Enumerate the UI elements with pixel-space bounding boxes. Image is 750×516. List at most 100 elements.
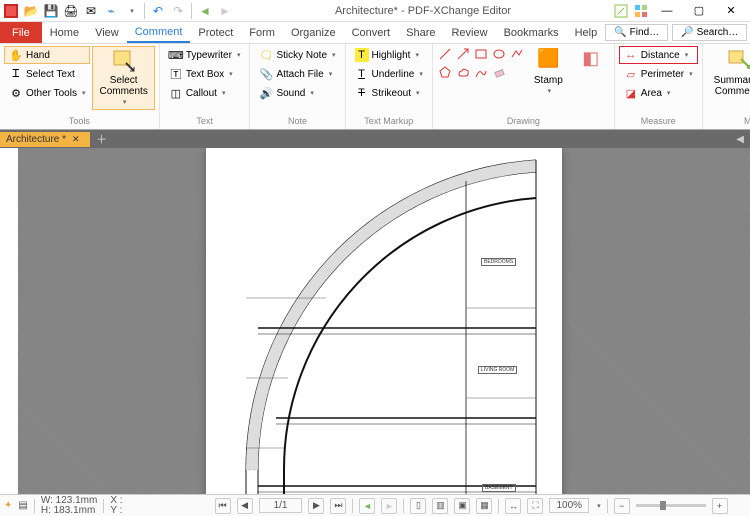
nav-back-icon[interactable]: ◄ (196, 2, 214, 20)
close-button[interactable]: ✕ (716, 1, 746, 21)
ribbon-group-tools: ✋Hand ᏆSelect Text ⚙Other Tools▾ Select … (0, 44, 160, 129)
last-page-button[interactable]: ⏭ (330, 498, 346, 514)
layout-single-button[interactable]: ▯ (410, 498, 426, 514)
pencil-shape[interactable] (473, 64, 489, 80)
summarize-icon (727, 49, 750, 73)
sticky-note-button[interactable]: 🗨Sticky Note▾ (254, 46, 340, 64)
status-height: H: 183.1mm (41, 506, 98, 516)
tab-home[interactable]: Home (42, 22, 87, 43)
layers-icon[interactable]: ▤ (18, 500, 27, 511)
fit-page-button[interactable]: ⛶ (527, 498, 543, 514)
select-text-button[interactable]: ᏆSelect Text (4, 65, 90, 83)
open-icon[interactable]: 📂 (22, 2, 40, 20)
area-label: Area (641, 88, 662, 99)
launch-icon[interactable] (612, 2, 630, 20)
distance-button[interactable]: ↔Distance▾ (619, 46, 698, 64)
area-button[interactable]: ◪Area▾ (619, 84, 698, 102)
nav-fwd-page-button[interactable]: ► (381, 498, 397, 514)
file-menu-button[interactable]: File (0, 22, 42, 43)
strikeout-button[interactable]: TStrikeout▾ (350, 84, 428, 102)
minimize-button[interactable]: ― (652, 1, 682, 21)
maximize-button[interactable]: ▢ (684, 1, 714, 21)
tab-help[interactable]: Help (567, 22, 606, 43)
sound-label: Sound (276, 88, 305, 99)
layout-two-button[interactable]: ▣ (454, 498, 470, 514)
document-viewport[interactable]: BEDROOMS LIVING ROOM BASEMENT (0, 148, 750, 494)
perimeter-button[interactable]: ▱Perimeter▾ (619, 65, 698, 83)
page-canvas: BEDROOMS LIVING ROOM BASEMENT (206, 148, 562, 494)
stamp-icon: 🟧 (536, 49, 560, 73)
strikeout-icon: T (355, 86, 369, 100)
callout-button[interactable]: ◫Callout▾ (164, 84, 246, 102)
tab-view[interactable]: View (87, 22, 127, 43)
room-label: LIVING ROOM (478, 366, 517, 374)
other-tools-button[interactable]: ⚙Other Tools▾ (4, 84, 90, 102)
tab-form[interactable]: Form (241, 22, 283, 43)
document-tab[interactable]: Architecture * ✕ (0, 132, 90, 147)
add-tab-button[interactable]: ＋ (94, 131, 110, 147)
sound-button[interactable]: 🔊Sound▾ (254, 84, 340, 102)
arrow-shape[interactable] (455, 46, 471, 62)
stamp-button[interactable]: 🟧Stamp▾ (527, 46, 570, 99)
find-button[interactable]: 🔍Find… (605, 24, 668, 41)
scan-icon[interactable]: ⌁ (102, 2, 120, 20)
summarize-button[interactable]: Summarize Comments (707, 46, 750, 100)
tab-share[interactable]: Share (398, 22, 443, 43)
prev-page-button[interactable]: ◀ (237, 498, 253, 514)
typewriter-button[interactable]: ⌨Typewriter▾ (164, 46, 246, 64)
text-box-icon: 🅃 (169, 67, 183, 81)
hand-tool-button[interactable]: ✋Hand (4, 46, 90, 64)
email-icon[interactable]: ✉ (82, 2, 100, 20)
tab-bookmarks[interactable]: Bookmarks (496, 22, 567, 43)
line-shape[interactable] (437, 46, 453, 62)
document-tab-label: Architecture * (6, 134, 66, 145)
text-box-button[interactable]: 🅃Text Box▾ (164, 65, 246, 83)
sidebar-toggle-button[interactable]: ◀ (736, 134, 750, 145)
attach-file-button[interactable]: 📎Attach File▾ (254, 65, 340, 83)
polygon-shape[interactable] (437, 64, 453, 80)
print-icon[interactable]: 🖨 (62, 2, 80, 20)
layout-cont-button[interactable]: ▥ (432, 498, 448, 514)
eraser-shape[interactable] (491, 64, 507, 80)
zoom-slider[interactable] (636, 504, 706, 507)
tab-close-icon[interactable]: ✕ (72, 134, 80, 145)
rect-shape[interactable] (473, 46, 489, 62)
first-page-button[interactable]: ⏮ (215, 498, 231, 514)
sticky-note-label: Sticky Note (276, 50, 327, 61)
status-bar: ✦ ▤ W: 123.1mm H: 183.1mm X : Y : ⏮ ◀ 1/… (0, 494, 750, 516)
polyline-shape[interactable] (509, 46, 525, 62)
gear-icon: ⚙ (9, 86, 23, 100)
highlight-button[interactable]: THighlight▾ (350, 46, 428, 64)
next-page-button[interactable]: ▶ (308, 498, 324, 514)
save-icon[interactable]: 💾 (42, 2, 60, 20)
options-icon[interactable]: ✦ (4, 500, 12, 511)
select-comments-button[interactable]: Select Comments▾ (92, 46, 154, 110)
search-button[interactable]: 🔎Search… (672, 24, 747, 41)
page-indicator[interactable]: 1/1 (259, 498, 303, 513)
zoom-in-button[interactable]: + (712, 498, 728, 514)
undo-icon[interactable]: ↶ (149, 2, 167, 20)
fit-width-button[interactable]: ↔ (505, 498, 521, 514)
tab-convert[interactable]: Convert (344, 22, 399, 43)
nav-forward-icon[interactable]: ► (216, 2, 234, 20)
oval-shape[interactable] (491, 46, 507, 62)
ribbon-group-markup: THighlight▾ TUnderline▾ TStrikeout▾ Text… (346, 44, 433, 129)
underline-button[interactable]: TUnderline▾ (350, 65, 428, 83)
redo-icon[interactable]: ↷ (169, 2, 187, 20)
strikeout-label: Strikeout (372, 88, 411, 99)
tab-protect[interactable]: Protect (190, 22, 241, 43)
tab-review[interactable]: Review (443, 22, 495, 43)
qat-dropdown-icon[interactable]: ▾ (122, 2, 140, 20)
cloud-shape[interactable] (455, 64, 471, 80)
group-label-text: Text (164, 115, 246, 127)
select-comments-label: Select Comments (99, 75, 147, 97)
zoom-value[interactable]: 100% (549, 498, 589, 513)
nav-back-page-button[interactable]: ◄ (359, 498, 375, 514)
layout-twocont-button[interactable]: ▦ (476, 498, 492, 514)
eraser-button[interactable]: ◧ (572, 46, 610, 76)
tab-organize[interactable]: Organize (283, 22, 344, 43)
quick-access-toolbar: 📂 💾 🖨 ✉ ⌁ ▾ ↶ ↷ ◄ ► (0, 2, 234, 20)
tab-comment[interactable]: Comment (127, 22, 191, 43)
zoom-out-button[interactable]: − (614, 498, 630, 514)
ui-options-icon[interactable] (632, 2, 650, 20)
